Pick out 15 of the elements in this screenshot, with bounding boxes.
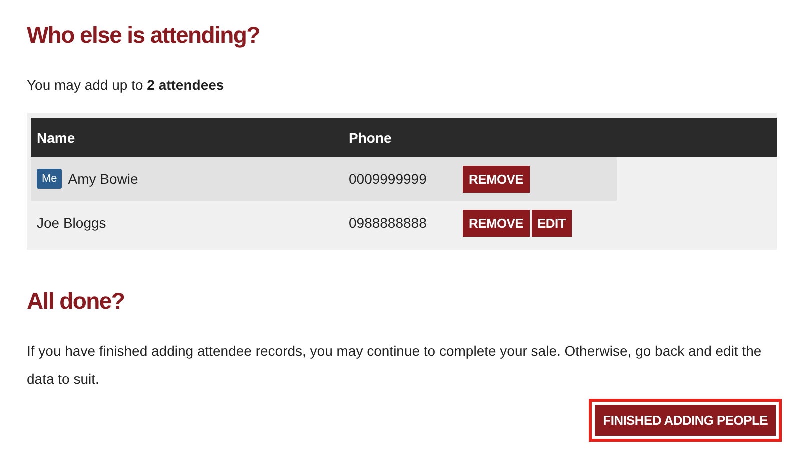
attendee-limit-note: You may add up to 2 attendees <box>27 77 226 93</box>
finished-button[interactable]: FINISHED ADDING PEOPLE <box>595 405 776 436</box>
action-button[interactable]: EDIT <box>532 210 572 236</box>
phone-cell: 0009999999 <box>349 171 427 187</box>
me-badge: Me <box>37 169 62 189</box>
section-heading: All done? <box>27 288 126 315</box>
phone-cell: 0988888888 <box>349 215 427 231</box>
instructions-text: If you have finished adding attendee records, you may continue to complete your sale. Otherwise, go back and edit the data to suit. <box>27 342 763 389</box>
column-header: Name <box>36 130 76 146</box>
action-button[interactable]: REMOVE <box>463 166 530 192</box>
name-cell: Amy Bowie <box>68 171 138 187</box>
section-heading: Who else is attending? <box>27 22 261 49</box>
column-header: Phone <box>348 130 393 146</box>
name-cell: Joe Bloggs <box>37 215 106 231</box>
action-button[interactable]: REMOVE <box>463 210 530 236</box>
